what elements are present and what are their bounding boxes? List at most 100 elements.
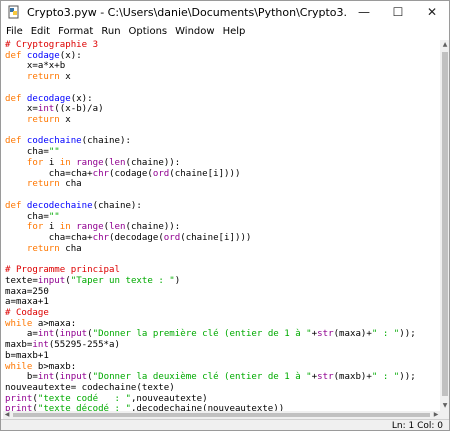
vertical-scrollbar[interactable]: ▲ ▼ — [440, 40, 449, 411]
builtin-token: input — [37, 275, 66, 286]
close-button[interactable]: ✕ — [415, 1, 449, 23]
scrollbar-corner — [440, 411, 449, 419]
keyword-token: return — [5, 115, 66, 126]
code-line[interactable]: return cha — [3, 244, 440, 255]
keyword-token: in — [59, 157, 77, 168]
code-token: cha=cha+ — [5, 232, 93, 243]
code-line[interactable]: # Programme principal — [3, 265, 440, 276]
builtin-token: input — [59, 372, 88, 383]
menu-format[interactable]: Format — [55, 26, 96, 37]
code-token: ) — [174, 275, 181, 286]
code-token: ,nouveautexte) — [130, 393, 208, 404]
code-token: (chaine): — [92, 200, 142, 211]
horizontal-scrollbar[interactable]: ◀ ▶ — [3, 411, 440, 419]
menu-edit[interactable]: Edit — [28, 26, 53, 37]
code-line[interactable]: def codage(x): — [3, 51, 440, 62]
builtin-token: int — [37, 104, 55, 115]
code-line[interactable]: for i in range(len(chaine)): — [3, 158, 440, 169]
code-token: (55295-255*a) — [48, 340, 120, 351]
scroll-right-arrow-icon[interactable]: ▶ — [432, 411, 440, 419]
code-line[interactable]: return cha — [3, 179, 440, 190]
code-token: )); — [399, 329, 416, 340]
scroll-left-arrow-icon[interactable]: ◀ — [3, 411, 11, 419]
code-line[interactable] — [3, 83, 440, 94]
code-token: i — [48, 157, 60, 168]
horizontal-scroll-thumb[interactable] — [13, 413, 430, 417]
code-token: (decodage( — [109, 232, 164, 243]
keyword-token: def — [5, 50, 27, 61]
scroll-down-arrow-icon[interactable]: ▼ — [440, 401, 449, 411]
code-line[interactable]: cha=cha+chr(decodage(ord(chaine[i]))) — [3, 233, 440, 244]
code-token: a= — [5, 329, 38, 340]
definition-token: decodechaine — [26, 200, 93, 211]
code-line[interactable]: maxb=int(55295-255*a) — [3, 340, 440, 351]
code-line[interactable]: def decodechaine(chaine): — [3, 201, 440, 212]
code-token: (chaine): — [81, 136, 131, 147]
code-token: maxa=250 — [5, 286, 49, 297]
code-token: (maxa)+ — [333, 329, 372, 340]
menu-window[interactable]: Window — [172, 26, 217, 37]
builtin-token: input — [59, 329, 88, 340]
code-token: a>maxa: — [37, 318, 77, 329]
builtin-token: len — [109, 157, 126, 168]
definition-token: codage — [26, 50, 60, 61]
code-line[interactable]: def codechaine(chaine): — [3, 136, 440, 147]
vertical-scroll-thumb[interactable] — [442, 52, 448, 396]
builtin-token: str — [317, 372, 334, 383]
menu-run[interactable]: Run — [98, 26, 123, 37]
code-line[interactable] — [3, 126, 440, 137]
code-line[interactable]: cha=cha+chr(codage(ord(chaine[i]))) — [3, 169, 440, 180]
code-token: (x): — [70, 93, 93, 104]
code-token: b=maxb+1 — [5, 350, 49, 361]
string-token: "Donner la première clé (entier de 1 à " — [92, 329, 312, 340]
code-line[interactable]: def decodage(x): — [3, 94, 440, 105]
code-token: (codage( — [109, 168, 153, 179]
menu-options[interactable]: Options — [126, 26, 171, 37]
minimize-button[interactable]: — — [347, 1, 381, 23]
code-line[interactable]: texte=input("Taper un texte : ") — [3, 276, 440, 287]
code-editor[interactable]: # Cryptographie 3 def codage(x): x=a*x+b … — [3, 40, 440, 411]
code-token: x — [65, 115, 71, 126]
builtin-token: ord — [152, 168, 170, 179]
code-line[interactable]: a=int(input("Donner la première clé (ent… — [3, 329, 440, 340]
code-line[interactable]: cha="" — [3, 147, 440, 158]
code-line[interactable] — [3, 254, 440, 265]
menu-file[interactable]: File — [3, 26, 26, 37]
code-token: cha= — [5, 147, 49, 158]
code-line[interactable]: print("texte codé : ",nouveautexte) — [3, 394, 440, 405]
keyword-token: for — [5, 222, 49, 233]
comment-token: # Cryptographie 3 — [5, 40, 99, 50]
code-line[interactable]: a=maxa+1 — [3, 297, 440, 308]
code-line[interactable]: # Codage — [3, 308, 440, 319]
code-line[interactable]: return x — [3, 115, 440, 126]
code-line[interactable]: while a>maxa: — [3, 319, 440, 330]
code-token: x= — [5, 104, 38, 115]
builtin-token: chr — [92, 232, 110, 243]
builtin-token: range — [76, 222, 104, 233]
scroll-up-arrow-icon[interactable]: ▲ — [440, 40, 449, 50]
code-line[interactable]: nouveautexte= codechaine(texte) — [3, 383, 440, 394]
code-line[interactable] — [3, 190, 440, 201]
code-line[interactable]: b=int(input("Donner la deuxième clé (ent… — [3, 372, 440, 383]
code-token: (chaine)): — [125, 157, 181, 168]
builtin-token: len — [109, 222, 126, 233]
code-token: nouveautexte= codechaine(texte) — [5, 383, 175, 393]
builtin-token: ord — [163, 232, 181, 243]
definition-token: codechaine — [26, 136, 82, 147]
code-line[interactable]: # Cryptographie 3 — [3, 40, 440, 51]
cursor-position: Ln: 1 Col: 0 — [391, 421, 443, 431]
code-line[interactable]: x=int((x-b)/a) — [3, 104, 440, 115]
comment-token: # Programme principal — [5, 265, 120, 276]
code-line[interactable]: for i in range(len(chaine)): — [3, 222, 440, 233]
code-token: b>maxb: — [37, 361, 77, 372]
code-line[interactable]: return x — [3, 72, 440, 83]
code-line[interactable]: b=maxb+1 — [3, 351, 440, 362]
code-line[interactable]: x=a*x+b — [3, 61, 440, 72]
code-line[interactable]: maxa=250 — [3, 287, 440, 298]
builtin-token: int — [32, 340, 49, 351]
code-line[interactable]: cha="" — [3, 212, 440, 223]
code-line[interactable]: while b>maxb: — [3, 362, 440, 373]
menu-help[interactable]: Help — [220, 26, 249, 37]
title-bar[interactable]: Crypto3.pyw - C:\Users\danie\Documents\P… — [1, 1, 449, 23]
maximize-button[interactable]: ☐ — [381, 1, 415, 23]
